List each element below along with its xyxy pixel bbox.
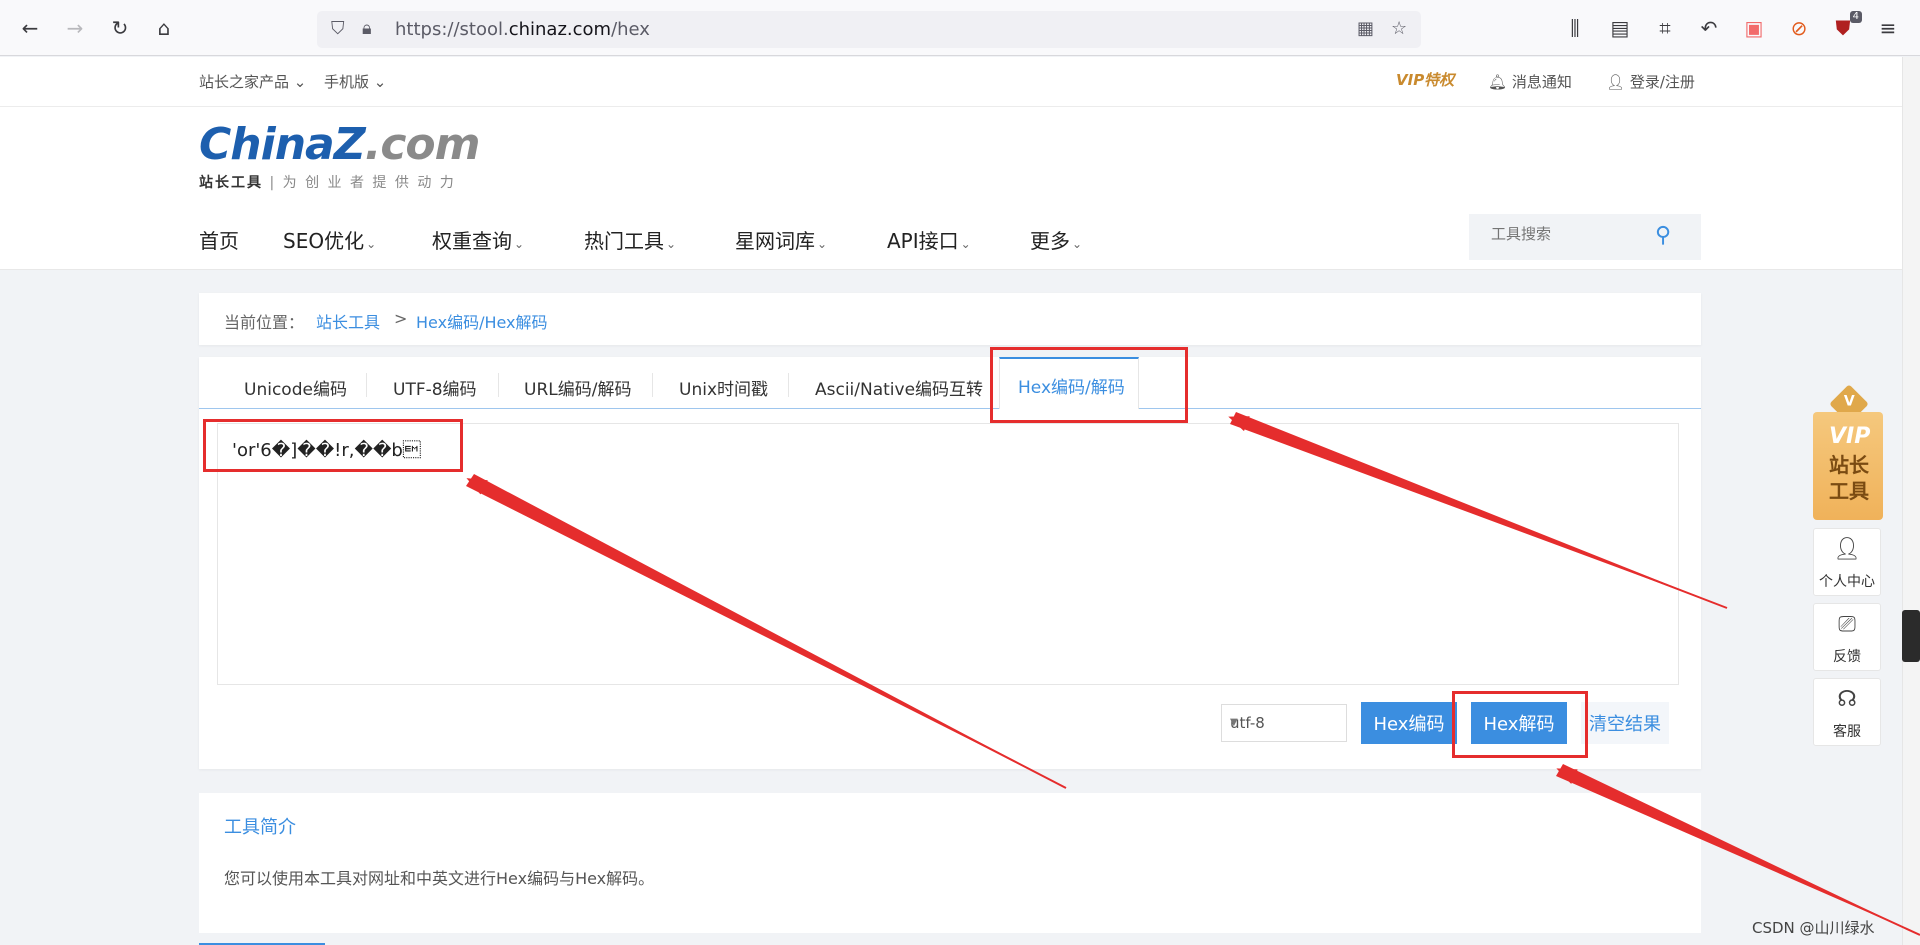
nav-weight[interactable]: 权重查询 ⌄ <box>432 225 524 254</box>
breadcrumb-current[interactable]: Hex编码/Hex解码 <box>416 309 548 333</box>
chevron-down-icon: ⌄ <box>366 237 377 251</box>
site-header: ChinaZ.com 站长工具 | 为 创 业 者 提 供 动 力 首页 SEO… <box>0 107 1902 270</box>
url-bar[interactable]: ⛉ 🔒︎ https://stool.chinaz.com/hex ▦ ☆ <box>317 11 1421 48</box>
annotation-box-decode <box>1452 691 1588 758</box>
reload-icon[interactable]: ↻ <box>107 15 133 41</box>
url-text[interactable]: https://stool.chinaz.com/hex <box>395 19 650 40</box>
breadcrumb: 当前位置： 站长工具 > Hex编码/Hex解码 <box>199 293 1701 345</box>
back-icon[interactable]: ← <box>17 15 43 41</box>
hex-encode-button[interactable]: Hex编码 <box>1361 702 1457 744</box>
site-top-strip: 站长之家产品 ⌄ 手机版 ⌄ VIP特权 🔔︎ 消息通知 👤︎ 登录/注册 <box>0 57 1902 107</box>
products-menu[interactable]: 站长之家产品 ⌄ <box>199 71 306 92</box>
extension-tab-icon[interactable]: ▣ <box>1741 15 1767 41</box>
intro-text: 您可以使用本工具对网址和中英文进行Hex编码与Hex解码。 <box>224 869 655 888</box>
chevron-down-icon: ⌄ <box>514 237 525 251</box>
chevron-down-icon: ⌄ <box>293 73 307 91</box>
nav-seo[interactable]: SEO优化 ⌄ <box>283 225 376 254</box>
charset-select[interactable]: utf-8 ▼ <box>1221 704 1347 742</box>
tool-tabs: Unicode编码 UTF-8编码 URL编码/解码 Unix时间戳 Ascii… <box>199 357 1701 409</box>
qr-code-icon[interactable]: ▦ <box>1357 18 1374 39</box>
shield-icon[interactable]: ⛉ <box>331 18 345 39</box>
library-icon[interactable]: ⫼ <box>1562 15 1588 41</box>
annotation-box-text <box>203 419 463 472</box>
personal-center-button[interactable]: 👤︎ 个人中心 <box>1813 528 1881 596</box>
tool-search: ⚲ <box>1469 214 1701 260</box>
nav-more[interactable]: 更多 ⌄ <box>1030 225 1082 254</box>
tab-url[interactable]: URL编码/解码 <box>524 375 631 400</box>
vip-link[interactable]: VIP特权 <box>1396 69 1454 90</box>
tab-unicode[interactable]: Unicode编码 <box>244 375 347 400</box>
reader-view-icon[interactable]: ▤ <box>1607 15 1633 41</box>
nav-hot-tools[interactable]: 热门工具 ⌄ <box>584 225 676 254</box>
tab-ascii-native[interactable]: Ascii/Native编码互转 <box>815 375 983 400</box>
breadcrumb-home[interactable]: 站长工具 <box>316 309 380 333</box>
user-icon: 👤︎ <box>1833 537 1861 562</box>
bookmark-star-icon[interactable]: ☆ <box>1391 18 1407 39</box>
scrollbar-thumb[interactable] <box>1902 610 1920 662</box>
tool-search-input[interactable] <box>1491 226 1651 243</box>
headset-icon: ☊ <box>1837 687 1857 712</box>
forward-icon[interactable]: → <box>62 15 88 41</box>
home-icon[interactable]: ⌂ <box>151 15 177 41</box>
menu-icon[interactable]: ≡ <box>1875 15 1901 41</box>
tool-intro: 工具简介 您可以使用本工具对网址和中英文进行Hex编码与Hex解码。 <box>199 793 1701 933</box>
vip-float-button[interactable]: V VIP 站长工具 <box>1813 384 1883 522</box>
feedback-button[interactable]: ⎚ 反馈 <box>1813 603 1881 671</box>
search-icon[interactable]: ⚲ <box>1655 223 1671 248</box>
page-scrollbar[interactable] <box>1902 57 1920 945</box>
customer-service-button[interactable]: ☊ 客服 <box>1813 678 1881 746</box>
user-icon: 👤︎ <box>1606 73 1626 91</box>
lock-icon[interactable]: 🔒︎ <box>362 18 372 39</box>
browser-toolbar: ← → ↻ ⌂ ⛉ 🔒︎ https://stool.chinaz.com/he… <box>0 0 1920 56</box>
chevron-down-icon: ⌄ <box>817 237 828 251</box>
login-link[interactable]: 👤︎ 登录/注册 <box>1606 71 1695 92</box>
extension-block-icon[interactable]: ⊘ <box>1786 15 1812 41</box>
dropdown-arrow-icon: ▼ <box>1230 717 1238 728</box>
tab-utf8[interactable]: UTF-8编码 <box>393 375 477 400</box>
screenshot-crop-icon[interactable]: ⌗ <box>1652 15 1678 41</box>
nav-api[interactable]: API接口 ⌄ <box>887 225 971 254</box>
undo-icon[interactable]: ↶ <box>1696 15 1722 41</box>
feedback-icon: ⎚ <box>1838 612 1856 637</box>
intro-title[interactable]: 工具简介 <box>224 813 296 839</box>
notifications-link[interactable]: 🔔︎ 消息通知 <box>1488 71 1572 92</box>
clear-result-button[interactable]: 清空结果 <box>1581 702 1669 744</box>
extension-shield-icon[interactable]: ⛊ 4 <box>1830 11 1862 41</box>
mobile-menu[interactable]: 手机版 ⌄ <box>324 71 386 92</box>
nav-keywords[interactable]: 星网词库 ⌄ <box>735 225 827 254</box>
tab-unix-time[interactable]: Unix时间戳 <box>679 375 768 400</box>
chinaz-logo[interactable]: ChinaZ.com 站长工具 | 为 创 业 者 提 供 动 力 <box>199 119 480 192</box>
bell-icon: 🔔︎ <box>1488 73 1508 91</box>
chevron-down-icon: ⌄ <box>1072 237 1083 251</box>
watermark: CSDN @山川绿水 <box>1752 919 1875 937</box>
nav-home[interactable]: 首页 <box>199 225 239 254</box>
chevron-down-icon: ⌄ <box>960 237 971 251</box>
chevron-down-icon: ⌄ <box>373 73 387 91</box>
chevron-down-icon: ⌄ <box>666 237 677 251</box>
annotation-box-tab <box>990 347 1188 423</box>
